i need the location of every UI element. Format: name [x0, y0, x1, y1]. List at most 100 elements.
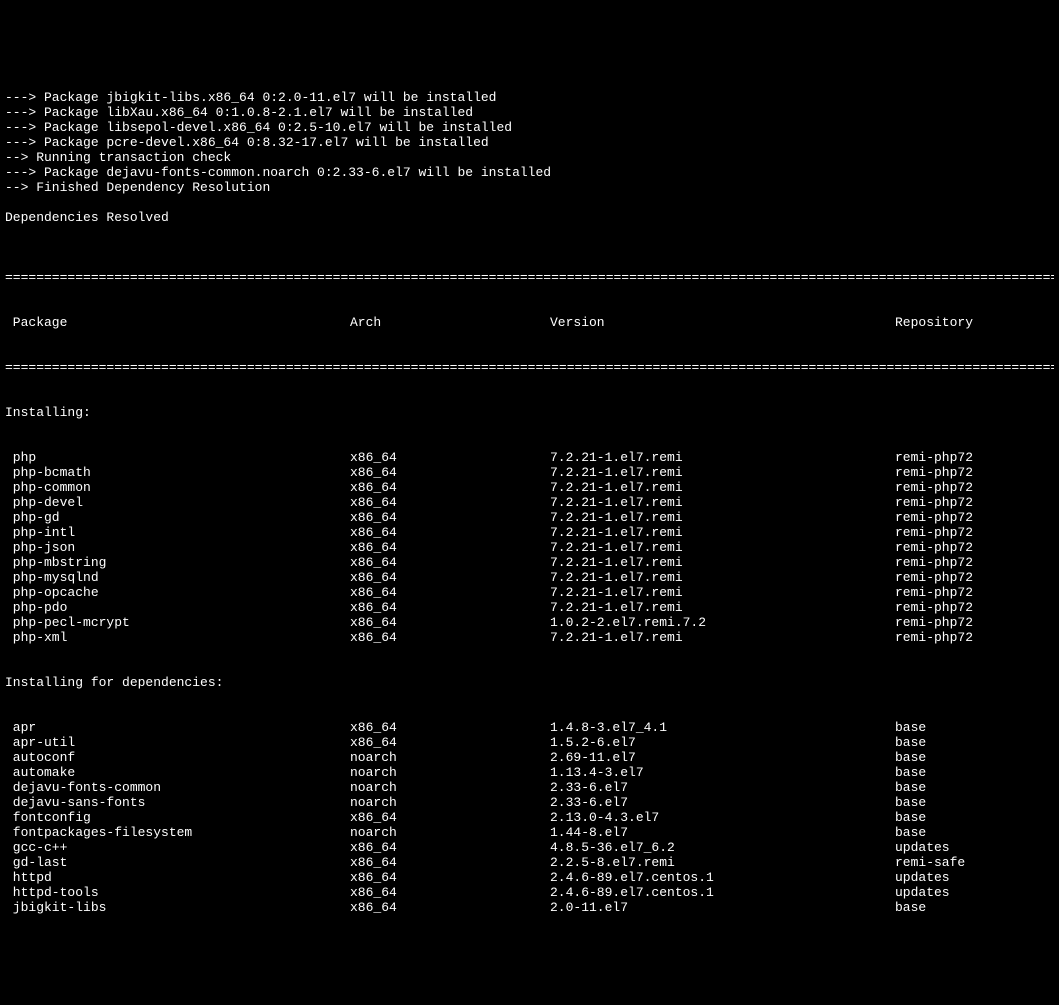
terminal-output: ---> Package jbigkit-libs.x86_64 0:2.0-1…	[0, 60, 1059, 930]
package-name: php	[5, 450, 350, 465]
package-row: gd-lastx86_642.2.5-8.el7.remiremi-safe	[5, 855, 1054, 870]
package-row: aprx86_641.4.8-3.el7_4.1base	[5, 720, 1054, 735]
package-row: autoconfnoarch2.69-11.el7base	[5, 750, 1054, 765]
preamble-line: ---> Package pcre-devel.x86_64 0:8.32-17…	[5, 135, 1054, 150]
section-dependencies: Installing for dependencies:	[5, 675, 1054, 690]
package-repo: remi-php72	[895, 495, 1059, 510]
package-row: dejavu-fonts-commonnoarch2.33-6.el7base	[5, 780, 1054, 795]
preamble-lines: ---> Package jbigkit-libs.x86_64 0:2.0-1…	[5, 90, 1054, 240]
package-repo: remi-php72	[895, 585, 1059, 600]
package-name: httpd-tools	[5, 885, 350, 900]
preamble-line: Dependencies Resolved	[5, 210, 1054, 225]
package-repo: base	[895, 720, 1059, 735]
package-repo: base	[895, 825, 1059, 840]
package-arch: x86_64	[350, 615, 550, 630]
preamble-line: ---> Package libsepol-devel.x86_64 0:2.5…	[5, 120, 1054, 135]
package-name: fontconfig	[5, 810, 350, 825]
package-name: php-mysqlnd	[5, 570, 350, 585]
divider-bottom: ========================================…	[5, 360, 1054, 375]
package-repo: base	[895, 780, 1059, 795]
header-version: Version	[550, 315, 895, 330]
package-version: 7.2.21-1.el7.remi	[550, 630, 895, 645]
table-header: Package Arch Version Repository	[5, 315, 1054, 330]
package-row: fontconfigx86_642.13.0-4.3.el7base	[5, 810, 1054, 825]
package-version: 7.2.21-1.el7.remi	[550, 465, 895, 480]
package-arch: x86_64	[350, 585, 550, 600]
package-name: gd-last	[5, 855, 350, 870]
package-arch: noarch	[350, 780, 550, 795]
package-row: jbigkit-libsx86_642.0-11.el7base	[5, 900, 1054, 915]
package-arch: x86_64	[350, 885, 550, 900]
package-version: 7.2.21-1.el7.remi	[550, 450, 895, 465]
package-repo: remi-php72	[895, 480, 1059, 495]
package-version: 2.33-6.el7	[550, 780, 895, 795]
package-repo: remi-php72	[895, 615, 1059, 630]
dependencies-list: aprx86_641.4.8-3.el7_4.1base apr-utilx86…	[5, 720, 1054, 915]
package-arch: x86_64	[350, 450, 550, 465]
package-arch: noarch	[350, 765, 550, 780]
package-row: php-develx86_647.2.21-1.el7.remiremi-php…	[5, 495, 1054, 510]
package-arch: x86_64	[350, 600, 550, 615]
package-row: php-pecl-mcryptx86_641.0.2-2.el7.remi.7.…	[5, 615, 1054, 630]
package-name: php-json	[5, 540, 350, 555]
package-arch: x86_64	[350, 555, 550, 570]
package-repo: updates	[895, 870, 1059, 885]
package-arch: x86_64	[350, 510, 550, 525]
package-version: 7.2.21-1.el7.remi	[550, 510, 895, 525]
package-repo: remi-php72	[895, 450, 1059, 465]
package-repo: base	[895, 750, 1059, 765]
package-version: 2.4.6-89.el7.centos.1	[550, 870, 895, 885]
package-name: php-bcmath	[5, 465, 350, 480]
package-repo: base	[895, 795, 1059, 810]
package-row: httpd-toolsx86_642.4.6-89.el7.centos.1up…	[5, 885, 1054, 900]
package-name: autoconf	[5, 750, 350, 765]
package-name: fontpackages-filesystem	[5, 825, 350, 840]
package-version: 1.4.8-3.el7_4.1	[550, 720, 895, 735]
package-arch: x86_64	[350, 630, 550, 645]
package-arch: x86_64	[350, 495, 550, 510]
package-row: php-gdx86_647.2.21-1.el7.remiremi-php72	[5, 510, 1054, 525]
package-row: php-intlx86_647.2.21-1.el7.remiremi-php7…	[5, 525, 1054, 540]
package-version: 2.13.0-4.3.el7	[550, 810, 895, 825]
package-row: gcc-c++x86_644.8.5-36.el7_6.2updates	[5, 840, 1054, 855]
package-repo: remi-php72	[895, 600, 1059, 615]
package-version: 7.2.21-1.el7.remi	[550, 600, 895, 615]
package-version: 2.69-11.el7	[550, 750, 895, 765]
preamble-line: ---> Package jbigkit-libs.x86_64 0:2.0-1…	[5, 90, 1054, 105]
package-row: php-mysqlndx86_647.2.21-1.el7.remiremi-p…	[5, 570, 1054, 585]
section-installing: Installing:	[5, 405, 1054, 420]
package-version: 1.13.4-3.el7	[550, 765, 895, 780]
package-version: 7.2.21-1.el7.remi	[550, 585, 895, 600]
package-version: 7.2.21-1.el7.remi	[550, 525, 895, 540]
package-arch: x86_64	[350, 570, 550, 585]
package-name: php-devel	[5, 495, 350, 510]
package-name: jbigkit-libs	[5, 900, 350, 915]
package-repo: remi-php72	[895, 510, 1059, 525]
package-repo: base	[895, 810, 1059, 825]
package-name: php-xml	[5, 630, 350, 645]
package-row: php-mbstringx86_647.2.21-1.el7.remiremi-…	[5, 555, 1054, 570]
preamble-line	[5, 195, 1054, 210]
package-arch: x86_64	[350, 900, 550, 915]
header-package: Package	[5, 315, 350, 330]
package-version: 7.2.21-1.el7.remi	[550, 555, 895, 570]
package-arch: x86_64	[350, 525, 550, 540]
package-version: 1.5.2-6.el7	[550, 735, 895, 750]
package-name: php-common	[5, 480, 350, 495]
package-repo: base	[895, 900, 1059, 915]
package-arch: noarch	[350, 825, 550, 840]
package-repo: remi-php72	[895, 540, 1059, 555]
package-version: 7.2.21-1.el7.remi	[550, 480, 895, 495]
package-version: 2.2.5-8.el7.remi	[550, 855, 895, 870]
package-arch: x86_64	[350, 855, 550, 870]
package-row: php-opcachex86_647.2.21-1.el7.remiremi-p…	[5, 585, 1054, 600]
package-name: dejavu-fonts-common	[5, 780, 350, 795]
package-version: 1.44-8.el7	[550, 825, 895, 840]
package-arch: x86_64	[350, 465, 550, 480]
package-row: php-jsonx86_647.2.21-1.el7.remiremi-php7…	[5, 540, 1054, 555]
package-repo: updates	[895, 885, 1059, 900]
package-version: 7.2.21-1.el7.remi	[550, 495, 895, 510]
package-version: 2.33-6.el7	[550, 795, 895, 810]
package-repo: remi-php72	[895, 555, 1059, 570]
package-row: php-pdox86_647.2.21-1.el7.remiremi-php72	[5, 600, 1054, 615]
